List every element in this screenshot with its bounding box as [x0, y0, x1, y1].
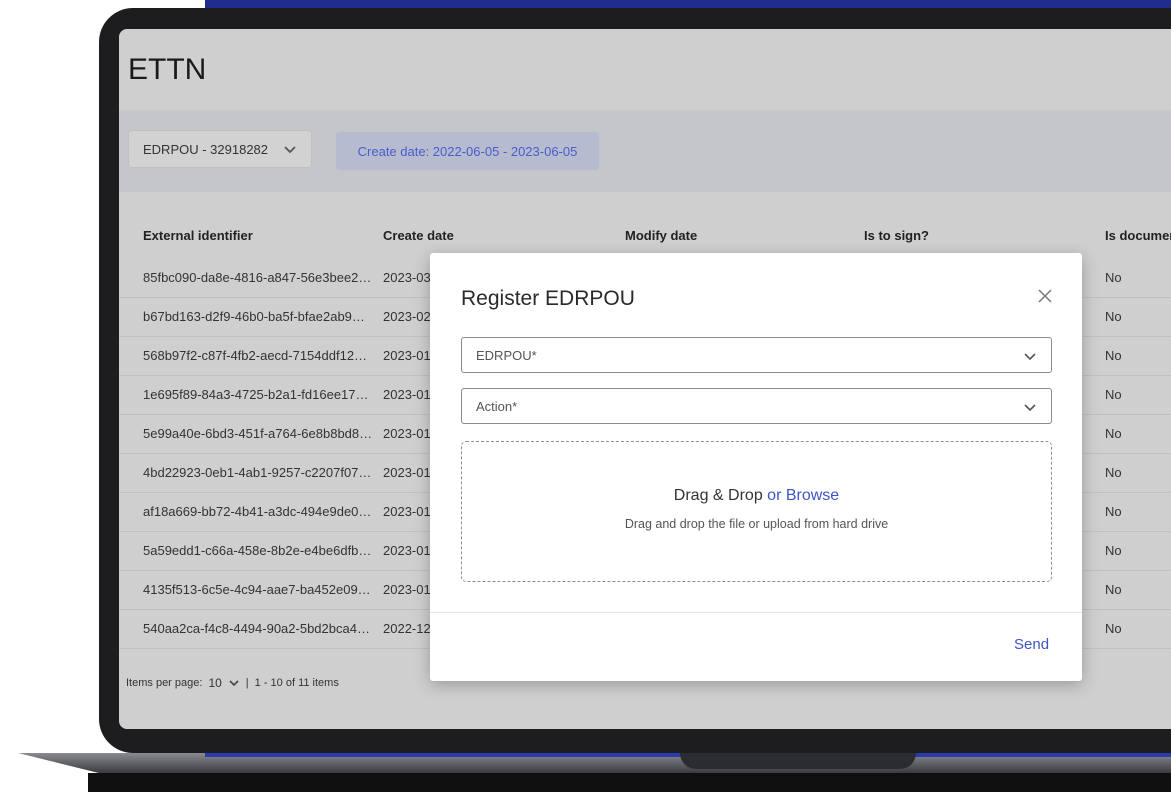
- cell-create-date: 2023-01: [383, 543, 431, 558]
- cell-is-document: No: [1105, 309, 1122, 324]
- cell-external-id: b67bd163-d2f9-46b0-ba5f-bfae2ab9…: [143, 309, 365, 324]
- edrpou-filter-select[interactable]: EDRPOU - 32918282: [128, 130, 312, 168]
- drop-zone-title: Drag & Drop or Browse: [462, 487, 1051, 505]
- laptop-notch: [680, 753, 916, 769]
- edrpou-select-field[interactable]: EDRPOU*: [461, 337, 1052, 373]
- chevron-down-icon: [1024, 404, 1036, 412]
- cell-is-document: No: [1105, 348, 1122, 363]
- laptop-base: [18, 753, 1171, 792]
- send-button[interactable]: Send: [1014, 636, 1049, 653]
- pager-separator: |: [245, 677, 249, 689]
- dialog-divider: [430, 612, 1082, 613]
- chevron-down-icon: [1024, 353, 1036, 361]
- drop-zone-subtitle: Drag and drop the file or upload from ha…: [624, 517, 889, 531]
- cell-is-document: No: [1105, 504, 1122, 519]
- file-drop-zone[interactable]: Drag & Drop or Browse Drag and drop the …: [461, 441, 1052, 582]
- action-select-field[interactable]: Action*: [461, 388, 1052, 424]
- laptop-base-bottom: [88, 773, 1171, 792]
- cell-is-document: No: [1105, 426, 1122, 441]
- cell-is-document: No: [1105, 270, 1122, 285]
- edrpou-field-placeholder: EDRPOU*: [476, 347, 537, 363]
- cell-create-date: 2023-01: [383, 582, 431, 597]
- cell-external-id: 5e99a40e-6bd3-451f-a764-6e8b8bd8…: [143, 426, 373, 441]
- filter-bar: EDRPOU - 32918282 Create date: 2022-06-0…: [119, 110, 1171, 192]
- column-header-modify-date[interactable]: Modify date: [625, 228, 697, 243]
- items-per-page-label: Items per page:: [126, 677, 203, 689]
- items-per-page-select[interactable]: 10: [208, 676, 221, 690]
- cell-create-date: 2023-03: [383, 270, 431, 285]
- column-header-external-identifier[interactable]: External identifier: [143, 228, 253, 243]
- cell-create-date: 2023-01: [383, 387, 431, 402]
- cell-create-date: 2022-12: [383, 621, 431, 636]
- cell-external-id: 568b97f2-c87f-4fb2-aecd-7154ddf12…: [143, 348, 368, 363]
- register-edrpou-dialog: Register EDRPOU EDRPOU* Action* Drag & D…: [430, 253, 1082, 681]
- cell-external-id: af18a669-bb72-4b41-a3dc-494e9de0…: [143, 504, 372, 519]
- browse-link[interactable]: or Browse: [767, 487, 839, 504]
- cell-is-document: No: [1105, 465, 1122, 480]
- cell-create-date: 2023-01: [383, 348, 431, 363]
- create-date-filter-chip[interactable]: Create date: 2022-06-05 - 2023-06-05: [336, 132, 599, 170]
- cell-external-id: 5a59edd1-c66a-458e-8b2e-e4be6dfb…: [143, 543, 372, 558]
- action-field-placeholder: Action*: [476, 398, 518, 414]
- dialog-title: Register EDRPOU: [461, 287, 635, 310]
- cell-is-document: No: [1105, 582, 1122, 597]
- column-header-create-date[interactable]: Create date: [383, 228, 454, 243]
- column-header-is-to-sign[interactable]: Is to sign?: [864, 228, 929, 243]
- cell-external-id: 1e695f89-84a3-4725-b2a1-fd16ee17…: [143, 387, 369, 402]
- cell-is-document: No: [1105, 543, 1122, 558]
- cell-external-id: 4135f513-6c5e-4c94-aae7-ba452e09…: [143, 582, 371, 597]
- cell-is-document: No: [1105, 621, 1122, 636]
- chevron-down-icon[interactable]: [228, 677, 240, 689]
- page-title: ETTN: [128, 53, 207, 86]
- cell-is-document: No: [1105, 387, 1122, 402]
- cell-create-date: 2023-01: [383, 426, 431, 441]
- cell-external-id: 540aa2ca-f4c8-4494-90a2-5bd2bca4…: [143, 621, 370, 636]
- pager-range: 1 - 10 of 11 items: [254, 677, 339, 689]
- cell-create-date: 2023-01: [383, 504, 431, 519]
- column-header-is-document[interactable]: Is documer: [1105, 228, 1171, 243]
- cell-external-id: 4bd22923-0eb1-4ab1-9257-c2207f07…: [143, 465, 372, 480]
- pagination: Items per page: 10 | 1 - 10 of 11 items: [126, 676, 339, 690]
- cell-create-date: 2023-01: [383, 465, 431, 480]
- screen-edge-glow: [205, 0, 1171, 8]
- chevron-down-icon: [284, 146, 296, 154]
- cell-create-date: 2023-02: [383, 309, 431, 324]
- cell-external-id: 85fbc090-da8e-4816-a847-56e3bee2…: [143, 270, 372, 285]
- drag-drop-label: Drag & Drop: [673, 487, 763, 504]
- close-icon[interactable]: [1036, 287, 1054, 305]
- edrpou-filter-value: EDRPOU - 32918282: [143, 141, 269, 157]
